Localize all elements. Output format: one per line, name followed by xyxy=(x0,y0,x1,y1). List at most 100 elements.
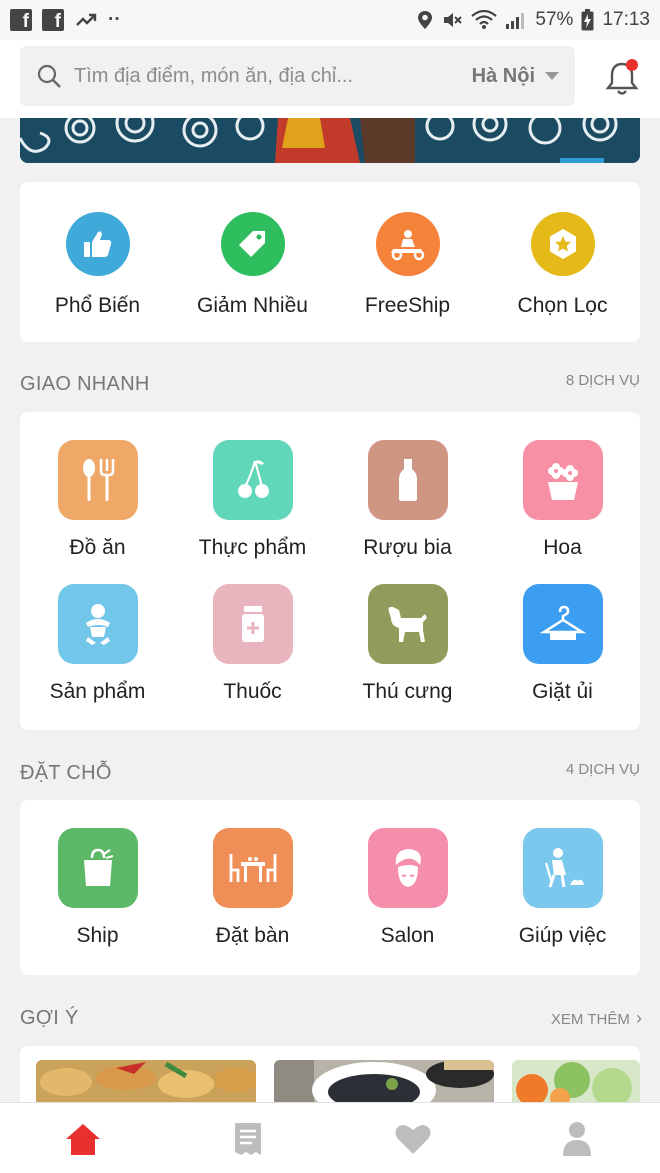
service-label: Rượu bia xyxy=(363,536,452,559)
suggestion-thumbnail[interactable] xyxy=(512,1060,640,1102)
category-giam-nhieu[interactable]: Giảm Nhiều xyxy=(175,212,330,318)
service-tile xyxy=(57,440,138,520)
nav-favorites[interactable] xyxy=(393,1119,433,1159)
profile-icon xyxy=(563,1122,591,1156)
status-bar: f f ·· 57% 17:13 xyxy=(0,0,660,40)
see-more-link[interactable]: XEM THÊM › xyxy=(551,1008,642,1029)
chevron-down-icon xyxy=(545,72,559,80)
service-tile xyxy=(367,440,448,520)
section-title-giao-nhanh: GIAO NHANH xyxy=(20,373,150,395)
nav-home[interactable] xyxy=(63,1119,103,1159)
scooter-icon xyxy=(390,230,424,261)
category-chon-loc[interactable]: Chọn Lọc xyxy=(485,212,640,318)
service-san-pham[interactable]: Sản phẩm xyxy=(20,584,175,704)
section-count-dat-cho: 4 DỊCH VỤ xyxy=(565,761,640,778)
hanger-icon xyxy=(539,605,586,640)
promo-banner[interactable] xyxy=(20,118,640,163)
banner-image xyxy=(20,118,640,163)
suggestion-thumbnail[interactable] xyxy=(36,1060,256,1102)
nav-profile[interactable] xyxy=(557,1119,597,1159)
service-giup-viec[interactable]: Giúp việc xyxy=(485,828,640,948)
flower-pot-icon xyxy=(547,463,578,500)
salon-icon xyxy=(395,849,421,887)
food-photo xyxy=(512,1060,640,1102)
category-label: Phổ Biến xyxy=(54,294,141,317)
dining-table-icon xyxy=(229,854,276,882)
service-tile xyxy=(522,584,603,664)
service-ship[interactable]: Ship xyxy=(20,828,175,948)
heart-icon xyxy=(395,1125,431,1154)
bottom-navigation xyxy=(0,1102,660,1173)
service-tile xyxy=(212,828,293,908)
location-icon xyxy=(418,11,433,29)
category-icon-circle xyxy=(375,212,440,276)
section-title-goi-y: GỢI Ý xyxy=(20,1007,79,1029)
service-label: Đặt bàn xyxy=(215,924,290,947)
category-label: FreeShip xyxy=(364,294,451,317)
food-photo xyxy=(274,1060,494,1102)
service-label: Giặt ủi xyxy=(532,680,593,703)
thumbs-up-icon xyxy=(83,231,111,257)
search-bar[interactable]: Tìm địa điểm, món ăn, địa chỉ... Hà Nội xyxy=(20,46,575,106)
home-icon xyxy=(66,1124,100,1155)
service-label: Ship xyxy=(76,924,119,947)
service-label: Salon xyxy=(380,924,435,947)
notification-button[interactable] xyxy=(604,58,640,98)
search-input[interactable]: Tìm địa điểm, món ăn, địa chỉ... xyxy=(74,65,472,88)
wifi-icon xyxy=(471,10,498,29)
section-count-giao-nhanh: 8 DỊCH VỤ xyxy=(565,372,640,389)
shopping-bag-icon xyxy=(83,848,113,886)
section-title-dat-cho: ĐẶT CHỖ xyxy=(20,762,112,784)
bell-icon xyxy=(605,59,639,95)
orders-icon xyxy=(235,1123,261,1155)
giao-nhanh-card: Đồ ăn Thực phẩm Rượu bia Hoa Sản phẩm Th… xyxy=(20,412,640,730)
service-salon[interactable]: Salon xyxy=(330,828,485,948)
star-badge-icon xyxy=(549,229,576,259)
service-tile xyxy=(212,440,293,520)
service-dat-ban[interactable]: Đặt bàn xyxy=(175,828,330,948)
service-tile xyxy=(367,584,448,664)
service-giat-ui[interactable]: Giặt ủi xyxy=(485,584,640,704)
nav-orders[interactable] xyxy=(228,1119,268,1159)
suggestion-thumbnail[interactable] xyxy=(274,1060,494,1102)
service-thuoc[interactable]: Thuốc xyxy=(175,584,330,704)
service-tile xyxy=(522,828,603,908)
search-icon xyxy=(37,64,61,88)
service-do-an[interactable]: Đồ ăn xyxy=(20,440,175,560)
category-icon-circle xyxy=(65,212,130,276)
share-notification-icon xyxy=(76,13,97,26)
facebook-notification-icon: f xyxy=(10,9,32,31)
dog-icon xyxy=(388,606,427,642)
category-freeship[interactable]: FreeShip xyxy=(330,212,485,318)
tag-icon xyxy=(238,231,265,257)
baby-icon xyxy=(85,604,110,645)
service-ruou-bia[interactable]: Rượu bia xyxy=(330,440,485,560)
category-pho-bien[interactable]: Phổ Biến xyxy=(20,212,175,318)
service-label: Giúp việc xyxy=(518,924,607,947)
service-tile xyxy=(367,828,448,908)
medicine-bottle-icon xyxy=(241,606,264,642)
cleaning-icon xyxy=(544,848,584,888)
quick-categories-card: Phổ Biến Giảm Nhiều FreeShip Chọn Lọc xyxy=(20,182,640,342)
cherry-icon xyxy=(237,460,269,498)
clock: 17:13 xyxy=(602,9,650,30)
category-label: Chọn Lọc xyxy=(517,294,608,317)
facebook-notification-icon: f xyxy=(42,9,64,31)
top-bar: Tìm địa điểm, món ăn, địa chỉ... Hà Nội xyxy=(0,40,660,118)
service-thu-cung[interactable]: Thú cưng xyxy=(330,584,485,704)
service-tile xyxy=(522,440,603,520)
spoon-fork-icon xyxy=(82,459,114,501)
category-label: Giảm Nhiều xyxy=(197,294,308,317)
food-photo xyxy=(36,1060,256,1102)
battery-percent: 57% xyxy=(535,9,574,30)
category-icon-circle xyxy=(530,212,595,276)
service-label: Thú cưng xyxy=(362,680,453,703)
chevron-right-icon: › xyxy=(636,1008,642,1028)
service-tile xyxy=(57,584,138,664)
see-more-label: XEM THÊM xyxy=(550,1011,630,1028)
service-label: Sản phẩm xyxy=(49,680,146,703)
service-thuc-pham[interactable]: Thực phẩm xyxy=(175,440,330,560)
city-selector[interactable]: Hà Nội xyxy=(472,65,535,88)
service-tile xyxy=(212,584,293,664)
service-hoa[interactable]: Hoa xyxy=(485,440,640,560)
